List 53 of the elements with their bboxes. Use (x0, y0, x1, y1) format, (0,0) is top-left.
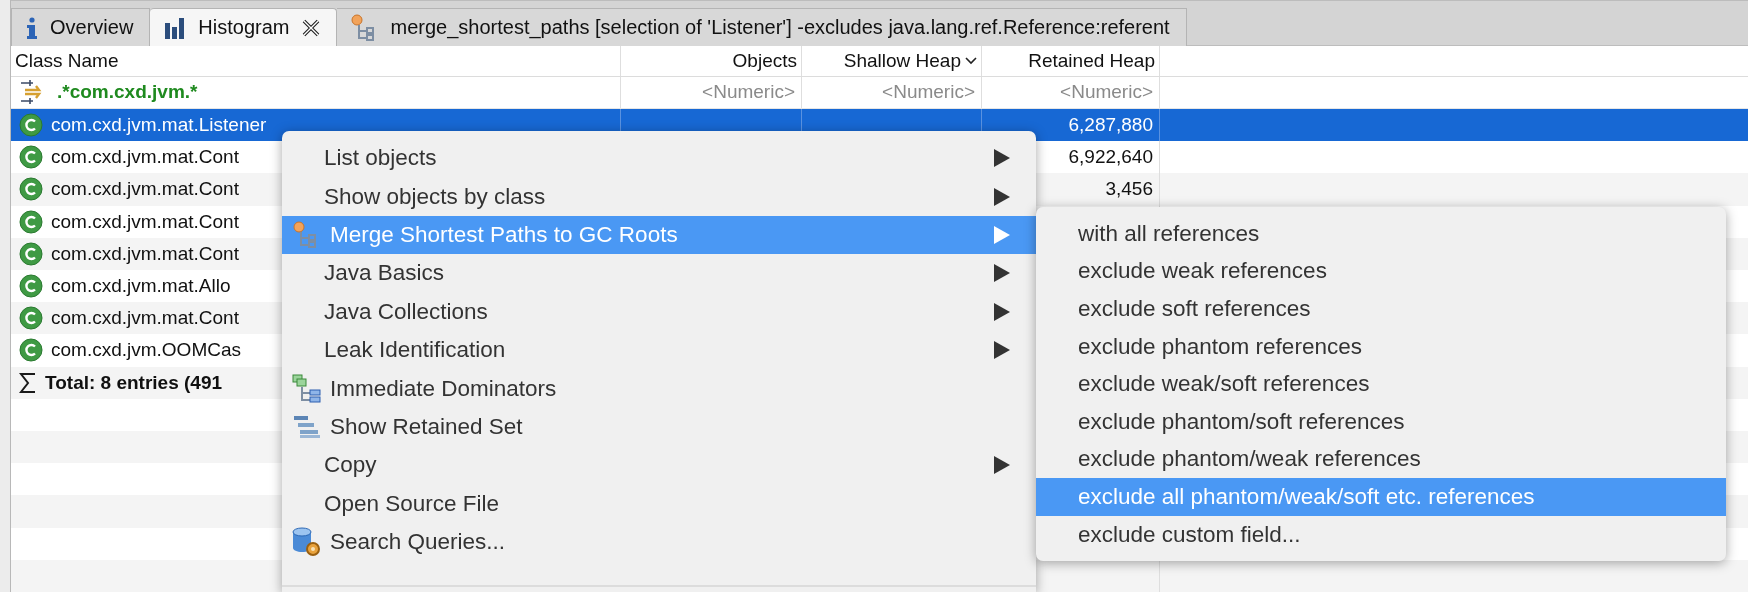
table-cell: 6,922,640 (1068, 146, 1153, 169)
menu-item[interactable]: Search Queries... (282, 522, 1036, 562)
menu-item[interactable]: exclude phantom/weak references (1036, 440, 1726, 479)
class-name: com.cxd.jvm.mat.Cont (51, 242, 239, 265)
filter-field[interactable]: .*com.cxd.jvm.* (57, 81, 198, 104)
class-name: com.cxd.jvm.OOMCas (51, 339, 242, 362)
menu-item[interactable]: Java Collections (282, 292, 1036, 331)
table-cell: 3,456 (1105, 178, 1153, 201)
menu-item[interactable]: Leak Identification (282, 330, 1036, 370)
tab[interactable]: Overview (11, 8, 151, 46)
menu-item[interactable]: Copy (282, 446, 1036, 485)
tab[interactable]: merge_shortest_paths [selection of 'Listener'] -excludes java.lang.ref.Reference:referent (336, 8, 1187, 46)
total-label: Total: 8 entries (491 (45, 371, 223, 394)
menu-item[interactable]: Show objects by class (282, 177, 1036, 216)
menu-item[interactable]: exclude phantom/soft references (1036, 402, 1726, 441)
class-name: com.cxd.jvm.mat.Cont (51, 178, 239, 201)
list-icon (292, 413, 322, 440)
menu-item[interactable]: Java Basics (282, 254, 1036, 293)
menu-item[interactable]: exclude weak references (1036, 252, 1726, 291)
class-name: com.cxd.jvm.mat.Cont (51, 146, 239, 169)
class-name: com.cxd.jvm.mat.Cont (51, 307, 239, 330)
class-icon (19, 177, 43, 202)
class-name: com.cxd.jvm.mat.Listener (51, 114, 267, 136)
menu-item[interactable]: Open Source File (282, 484, 1036, 523)
class-icon (19, 338, 43, 363)
column-header[interactable]: Objects (621, 46, 802, 76)
bar-chart-icon (164, 16, 187, 39)
class-icon (19, 241, 43, 266)
menu-item[interactable]: exclude weak/soft references (1036, 365, 1726, 403)
class-icon (19, 209, 43, 234)
menu-item[interactable]: Show Retained Set (282, 407, 1036, 447)
menu-item[interactable]: Immediate Dominators (282, 369, 1036, 408)
class-name: com.cxd.jvm.mat.Cont (51, 210, 239, 233)
column-header[interactable]: Class Name (11, 46, 621, 76)
sigma-icon (19, 371, 37, 394)
menu-item[interactable]: List objects (282, 139, 1036, 178)
info-icon (26, 15, 38, 40)
class-icon (19, 113, 43, 137)
menu-item[interactable]: exclude soft references (1036, 290, 1726, 328)
close-icon[interactable] (301, 18, 320, 37)
class-name: com.cxd.jvm.mat.Allo (51, 275, 231, 297)
tree-icon (292, 373, 322, 404)
database-icon (292, 527, 322, 558)
column-header[interactable]: Shallow Heap (802, 46, 982, 76)
menu-item[interactable]: with all references (1036, 215, 1726, 253)
class-icon (19, 274, 43, 298)
class-icon (19, 306, 43, 331)
menu-item[interactable]: exclude custom field... (1036, 515, 1726, 554)
menu-item[interactable]: exclude phantom references (1036, 327, 1726, 366)
column-header[interactable]: Retained Heap (982, 46, 1160, 76)
table-cell: 6,287,880 (1068, 114, 1153, 136)
class-icon (19, 145, 43, 170)
tab[interactable]: Histogram (150, 8, 337, 46)
